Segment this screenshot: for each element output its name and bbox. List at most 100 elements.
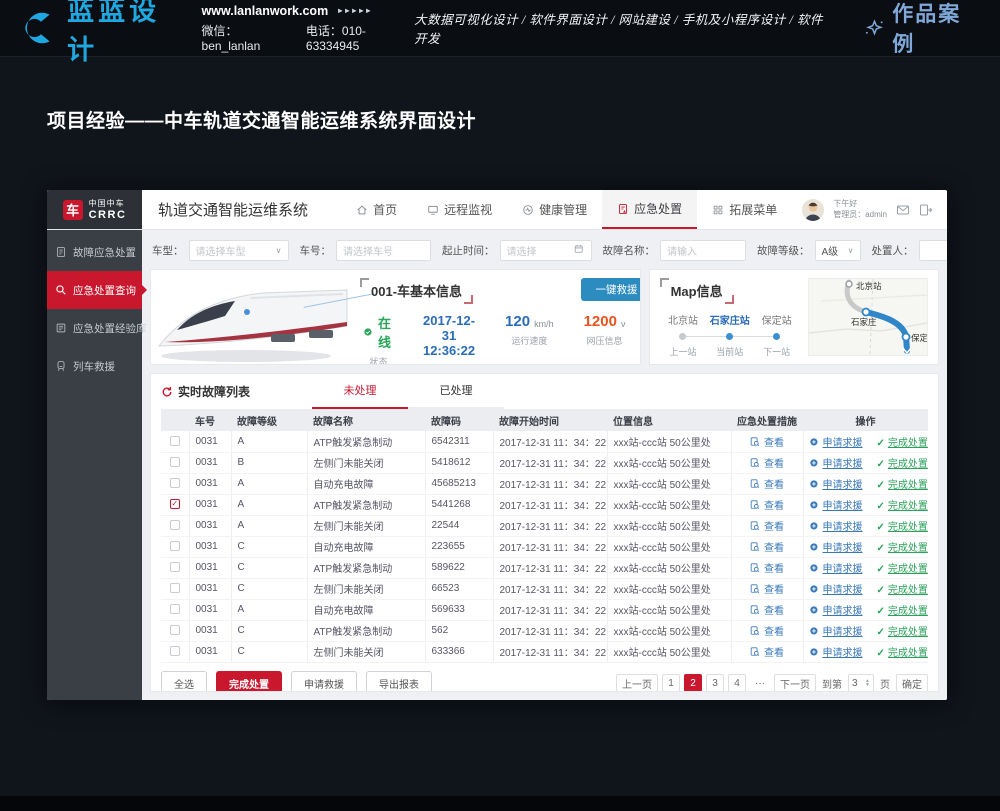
field-value: 请选择车型 [196,243,246,258]
cell-fault-code: 633366 [425,641,493,662]
next-page-button[interactable]: 下一页 [774,674,816,692]
view-link[interactable]: 查看 [750,585,784,596]
view-link[interactable]: 查看 [750,501,784,512]
request-rescue-link[interactable]: 申请求援 [810,459,863,470]
request-rescue-link[interactable]: 申请求援 [810,543,863,554]
footer-button-完成处置[interactable]: 完成处置 [216,671,282,693]
footer-button-全选[interactable]: 全选 [161,671,207,693]
site-logo[interactable]: 蓝蓝设计 [20,0,186,67]
request-rescue-link[interactable]: 申请求援 [810,564,863,575]
view-link[interactable]: 查看 [750,480,784,491]
footer-button-导出报表[interactable]: 导出报表 [366,671,432,693]
nav-tab-拓展菜单[interactable]: 拓展菜单 [697,190,792,229]
page-button-4[interactable]: 4 [728,674,746,692]
cell-car-no: 0031 [189,494,231,515]
date-range-input[interactable]: 请选择 [500,240,592,261]
table-row: 0031C左侧门未能关闭6333662017-12-31 11：34：22xxx… [161,641,928,662]
mail-icon[interactable] [896,203,910,217]
complete-link[interactable]: ✓完成处置 [877,438,928,449]
map-label-shijiazhuang: 石家庄 [851,317,877,327]
page-button-2[interactable]: 2 [684,674,702,692]
plus-circle-icon [810,606,820,616]
filter-select[interactable]: 请选择车型∨ [189,240,289,261]
request-rescue-link[interactable]: 申请求援 [810,501,863,512]
train-icon [55,360,67,372]
tab-已处理[interactable]: 已处理 [408,382,504,409]
view-link[interactable]: 查看 [750,627,784,638]
request-rescue-link[interactable]: 申请求援 [810,648,863,659]
view-link[interactable]: 查看 [750,522,784,533]
row-checkbox[interactable] [170,541,180,551]
station-name: 保定站 [753,312,800,327]
sidebar-item-故障应急处置[interactable]: 故障应急处置 [47,233,142,271]
status-label: 状态 [364,355,393,365]
complete-link[interactable]: ✓完成处置 [877,648,928,659]
tab-未处理[interactable]: 未处理 [312,382,408,409]
refresh-icon[interactable] [161,386,173,398]
sidebar-item-应急处置查询[interactable]: 应急处置查询 [47,271,142,309]
page-button-3[interactable]: 3 [706,674,724,692]
complete-link[interactable]: ✓完成处置 [877,522,928,533]
nav-tab-首页[interactable]: 首页 [341,190,412,229]
confirm-button[interactable]: 确定 [896,674,928,692]
row-checkbox[interactable] [170,457,180,467]
view-link[interactable]: 查看 [750,438,784,449]
view-link[interactable]: 查看 [750,459,784,470]
jump-page-input[interactable]: 3▲▼ [848,674,874,692]
nav-tab-健康管理[interactable]: 健康管理 [507,190,602,229]
prev-page-button[interactable]: 上一页 [616,674,658,692]
complete-link[interactable]: ✓完成处置 [877,564,928,575]
complete-link[interactable]: ✓完成处置 [877,627,928,638]
row-checkbox[interactable]: ✓ [170,499,180,509]
portfolio-link[interactable]: 作品案例 [864,0,980,58]
request-rescue-link[interactable]: 申请求援 [810,606,863,617]
request-rescue-link[interactable]: 申请求援 [810,438,863,449]
footer-button-申请救援[interactable]: 申请救援 [291,671,357,693]
view-link[interactable]: 查看 [750,564,784,575]
complete-link[interactable]: ✓完成处置 [877,606,928,617]
services-tagline: 大数据可视化设计 / 软件界面设计 / 网站建设 / 手机及小程序设计 / 软件… [414,9,830,47]
row-checkbox[interactable] [170,436,180,446]
row-checkbox[interactable] [170,520,180,530]
map-thumbnail[interactable]: 北京站 石家庄 保定 [808,278,928,356]
complete-link[interactable]: ✓完成处置 [877,459,928,470]
complete-link[interactable]: ✓完成处置 [877,501,928,512]
complete-link[interactable]: ✓完成处置 [877,585,928,596]
view-link[interactable]: 查看 [750,543,784,554]
sidebar-item-列车救援[interactable]: 列车救援 [47,347,142,385]
filter-input[interactable] [919,240,948,261]
complete-link[interactable]: ✓完成处置 [877,543,928,554]
request-rescue-link[interactable]: 申请求援 [810,627,863,638]
one-key-rescue-button[interactable]: 一键救援 [581,278,640,301]
column-header-故障开始时间: 故障开始时间 [493,409,607,431]
avatar[interactable] [802,199,824,221]
complete-link[interactable]: ✓完成处置 [877,480,928,491]
row-checkbox[interactable] [170,604,180,614]
row-checkbox[interactable] [170,478,180,488]
sidebar-item-应急处置经验库[interactable]: 应急处置经验库 [47,309,142,347]
row-checkbox[interactable] [170,646,180,656]
page-button-1[interactable]: 1 [662,674,680,692]
filter-input[interactable]: 请选择车号 [336,240,431,261]
sidebar-item-label: 应急处置经验库 [73,321,147,336]
view-link[interactable]: 查看 [750,606,784,617]
filter-input[interactable]: 请输入 [660,240,746,261]
logout-icon[interactable] [919,203,933,217]
view-link[interactable]: 查看 [750,648,784,659]
filter-label: 故障名称： [603,243,656,258]
plus-circle-icon [810,501,820,511]
filter-select[interactable]: A级∨ [815,240,861,261]
request-rescue-link[interactable]: 申请求援 [810,480,863,491]
row-checkbox[interactable] [170,583,180,593]
row-checkbox[interactable] [170,562,180,572]
request-rescue-link[interactable]: 申请求援 [810,522,863,533]
stepper-icon[interactable]: ▲▼ [865,679,870,687]
request-rescue-link[interactable]: 申请求援 [810,585,863,596]
nav-tab-远程监视[interactable]: 远程监视 [412,190,507,229]
row-checkbox[interactable] [170,625,180,635]
nav-tab-应急处置[interactable]: 应急处置 [602,190,697,229]
cell-car-no: 0031 [189,431,231,452]
user-role: 管理员：admin [833,210,887,221]
column-header-故障等级: 故障等级 [231,409,307,431]
page-button-···[interactable]: ··· [750,674,770,692]
